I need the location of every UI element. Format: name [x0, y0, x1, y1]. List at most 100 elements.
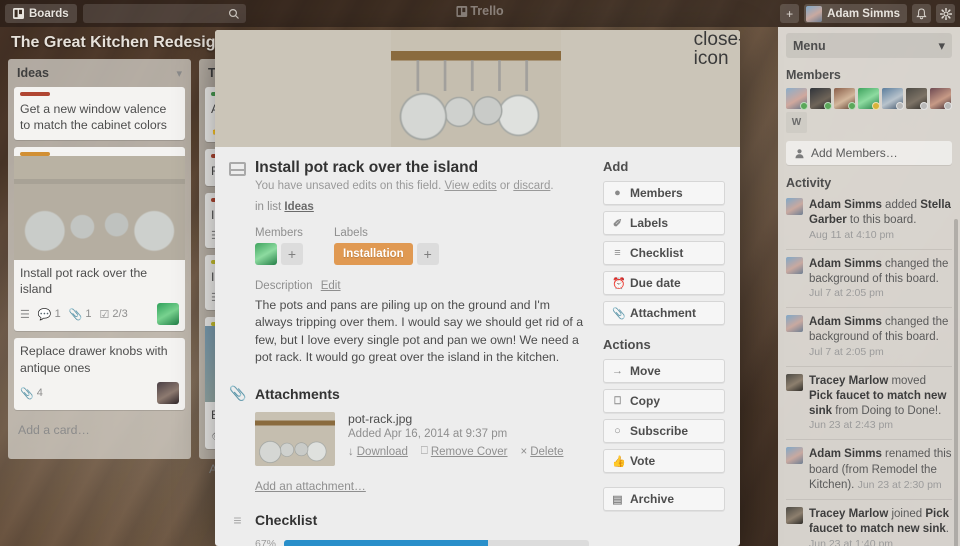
- activity-item: Tracey Marlow joined Pick faucet to matc…: [786, 499, 952, 546]
- activity-item: Adam Simms changed the background of thi…: [786, 307, 952, 366]
- attachment-name[interactable]: pot-rack.jpg: [348, 412, 563, 426]
- attachment-details: pot-rack.jpg Added Apr 16, 2014 at 9:37 …: [348, 412, 563, 466]
- activity-actor[interactable]: Tracey Marlow: [809, 508, 888, 520]
- progress-bar: [284, 540, 589, 546]
- add-button[interactable]: +: [780, 4, 800, 23]
- list-item[interactable]: Get a new window valence to match the ca…: [14, 87, 185, 140]
- move-button[interactable]: → Move: [603, 359, 725, 383]
- in-list-name[interactable]: Ideas: [284, 201, 313, 213]
- activity-actor[interactable]: Adam Simms: [809, 448, 882, 460]
- modal-body: Install pot rack over the island You hav…: [215, 147, 740, 546]
- add-labels-button[interactable]: ✐ Labels: [603, 211, 725, 235]
- trello-logo[interactable]: Trello: [456, 4, 504, 18]
- add-card-button[interactable]: Add a card…: [14, 417, 185, 446]
- or-text: or: [499, 179, 511, 192]
- add-label-button[interactable]: +: [416, 242, 439, 265]
- avatar[interactable]: [786, 88, 808, 110]
- chevron-down-icon[interactable]: ▾: [938, 38, 945, 54]
- remove-cover-button[interactable]: ⎕ Remove Cover: [421, 445, 508, 458]
- add-members-label: Add Members…: [811, 146, 898, 160]
- add-members-button[interactable]: Add Members…: [786, 141, 952, 165]
- card-label[interactable]: [20, 151, 50, 156]
- activity-actor[interactable]: Tracey Marlow: [809, 375, 888, 387]
- avatar[interactable]: [906, 88, 928, 110]
- card-label[interactable]: [20, 92, 50, 96]
- avatar[interactable]: [786, 256, 803, 274]
- search-input[interactable]: [82, 4, 246, 23]
- list-menu-icon[interactable]: ▾: [176, 67, 182, 80]
- avatar[interactable]: [834, 88, 856, 110]
- add-members-button[interactable]: ● Members: [603, 181, 725, 205]
- add-checklist-button[interactable]: ≡ Checklist: [603, 241, 725, 265]
- user-menu-button[interactable]: Adam Simms: [804, 4, 907, 23]
- copy-button[interactable]: ⎕ Copy: [603, 389, 725, 413]
- add-attachment-button[interactable]: 📎 Attachment: [603, 301, 725, 325]
- card-title: Install pot rack over the island: [20, 265, 148, 297]
- avatar[interactable]: [255, 242, 277, 265]
- close-icon[interactable]: close-icon: [694, 30, 740, 68]
- board-title[interactable]: The Great Kitchen Redesign: [11, 34, 225, 52]
- attachments-heading: Attachments: [255, 385, 340, 402]
- add-due-date-button[interactable]: ⏰ Due date: [603, 271, 725, 295]
- description-icon: ☰: [20, 308, 30, 321]
- trello-logo-text: Trello: [470, 4, 504, 18]
- activity-actor[interactable]: Adam Simms: [809, 258, 882, 270]
- in-list-prefix: in list: [255, 200, 282, 213]
- cover-photo: [391, 30, 561, 147]
- checklist-icon: ≡: [614, 247, 621, 259]
- activity-timestamp: Jun 23 at 2:43 pm: [809, 419, 894, 432]
- add-attachment-link[interactable]: Add an attachment…: [255, 479, 589, 493]
- card-detail-modal: close-icon Install pot rack over the isl…: [215, 30, 740, 546]
- activity-actor[interactable]: Adam Simms: [809, 199, 882, 211]
- list-title[interactable]: Ideas: [17, 66, 49, 80]
- activity-actor[interactable]: Adam Simms: [809, 316, 882, 328]
- view-edits-link[interactable]: View edits: [444, 180, 496, 192]
- delete-button[interactable]: × Delete: [521, 445, 564, 458]
- list-item[interactable]: Install pot rack over the island ☰ 💬 1 📎 1…: [14, 146, 185, 332]
- sidebar-scrollbar[interactable]: [954, 219, 958, 546]
- attachment-thumbnail[interactable]: [255, 412, 335, 467]
- avatar[interactable]: [786, 373, 803, 391]
- discard-link[interactable]: discard: [513, 180, 550, 192]
- user-name: Adam Simms: [827, 7, 900, 20]
- list-item[interactable]: Replace drawer knobs with antique ones 📎…: [14, 338, 185, 411]
- settings-button[interactable]: [936, 4, 955, 23]
- activity-feed: Adam Simms added Stella Garber to this b…: [786, 196, 952, 546]
- archive-button[interactable]: ▤ Archive: [603, 487, 725, 511]
- download-button[interactable]: ↓ Download: [348, 445, 408, 458]
- status-badge[interactable]: Installation: [334, 242, 413, 265]
- arrow-right-icon: →: [612, 365, 623, 377]
- card-icon: [229, 162, 246, 176]
- attachment-badge: 📎 4: [20, 387, 43, 400]
- attachment-badge: 📎 1: [68, 308, 92, 321]
- avatar[interactable]: [786, 507, 803, 525]
- sidebar-menu-label: Menu: [793, 38, 826, 53]
- page-title[interactable]: Install pot rack over the island: [255, 159, 554, 178]
- avatar[interactable]: [858, 88, 880, 110]
- person-icon: ●: [614, 187, 621, 199]
- avatar[interactable]: [882, 88, 904, 110]
- sidebar-menu-header[interactable]: Menu ▾: [786, 33, 952, 58]
- checklist-progress: 67%: [255, 538, 589, 546]
- subscribe-button[interactable]: ○ Subscribe: [603, 419, 725, 443]
- checklist-percent: 67%: [255, 538, 277, 546]
- avatar[interactable]: [786, 198, 803, 215]
- attachment-actions: ↓ Download ⎕ Remove Cover × Delete: [348, 445, 563, 458]
- avatar[interactable]: [786, 447, 803, 465]
- notifications-button[interactable]: [912, 4, 931, 23]
- avatar[interactable]: [786, 315, 803, 333]
- description-edit-link[interactable]: Edit: [321, 280, 341, 292]
- top-bar-right-group: + Adam Simms: [780, 4, 955, 23]
- boards-button[interactable]: Boards: [5, 4, 77, 23]
- add-section-heading: Add: [603, 159, 629, 174]
- attachment-icon: 📎: [612, 307, 626, 320]
- sidebar-activity-heading: Activity: [786, 176, 832, 190]
- avatar[interactable]: [810, 88, 832, 110]
- add-member-button[interactable]: +: [281, 242, 303, 265]
- avatar-initials[interactable]: W: [786, 112, 807, 133]
- vote-button[interactable]: 👍 Vote: [603, 449, 725, 473]
- vote-label: Vote: [630, 454, 656, 468]
- avatar[interactable]: [930, 88, 952, 110]
- description-text[interactable]: The pots and pans are piling up on the g…: [255, 297, 589, 367]
- activity-text: Adam Simms added Stella Garber to this b…: [809, 199, 951, 241]
